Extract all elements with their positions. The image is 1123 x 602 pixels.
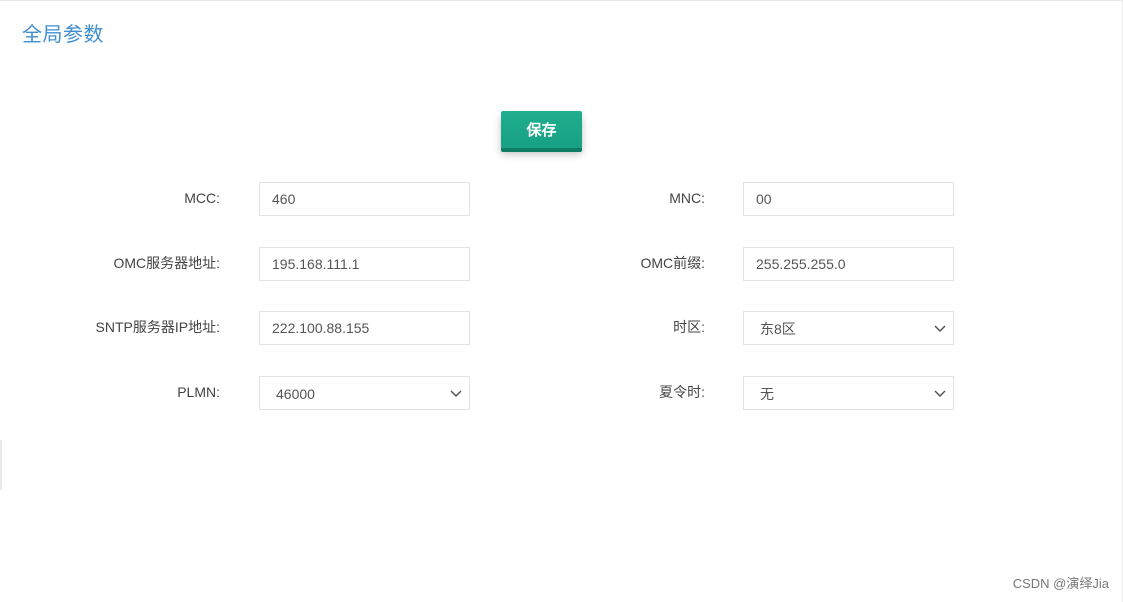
chevron-down-icon [934,390,946,398]
sntp-server-label: SNTP服务器IP地址: [95,319,220,335]
mnc-input[interactable] [743,182,954,216]
dst-label: 夏令时: [659,384,705,400]
plmn-select[interactable]: 46000 [259,376,470,410]
plmn-value: 46000 [276,386,315,402]
top-border [0,0,1123,1]
mcc-input[interactable] [259,182,470,216]
chevron-down-icon [450,390,462,398]
mnc-label: MNC: [669,190,705,206]
timezone-label: 时区: [673,319,705,335]
dst-select[interactable]: 无 [743,376,954,410]
chevron-down-icon [934,325,946,333]
omc-server-label: OMC服务器地址: [113,255,220,271]
dst-value: 无 [760,386,774,402]
page-title: 全局参数 [22,24,104,46]
plmn-label: PLMN: [177,384,220,400]
timezone-select[interactable]: 东8区 [743,311,954,345]
omc-prefix-input[interactable] [743,247,954,281]
mcc-label: MCC: [184,190,220,206]
left-edge-marker [0,440,2,490]
save-button[interactable]: 保存 [501,111,582,148]
omc-server-input[interactable] [259,247,470,281]
timezone-value: 东8区 [760,321,796,337]
omc-prefix-label: OMC前缀: [640,255,705,271]
watermark: CSDN @演绎Jia [1012,576,1109,591]
sntp-server-input[interactable] [259,311,470,345]
